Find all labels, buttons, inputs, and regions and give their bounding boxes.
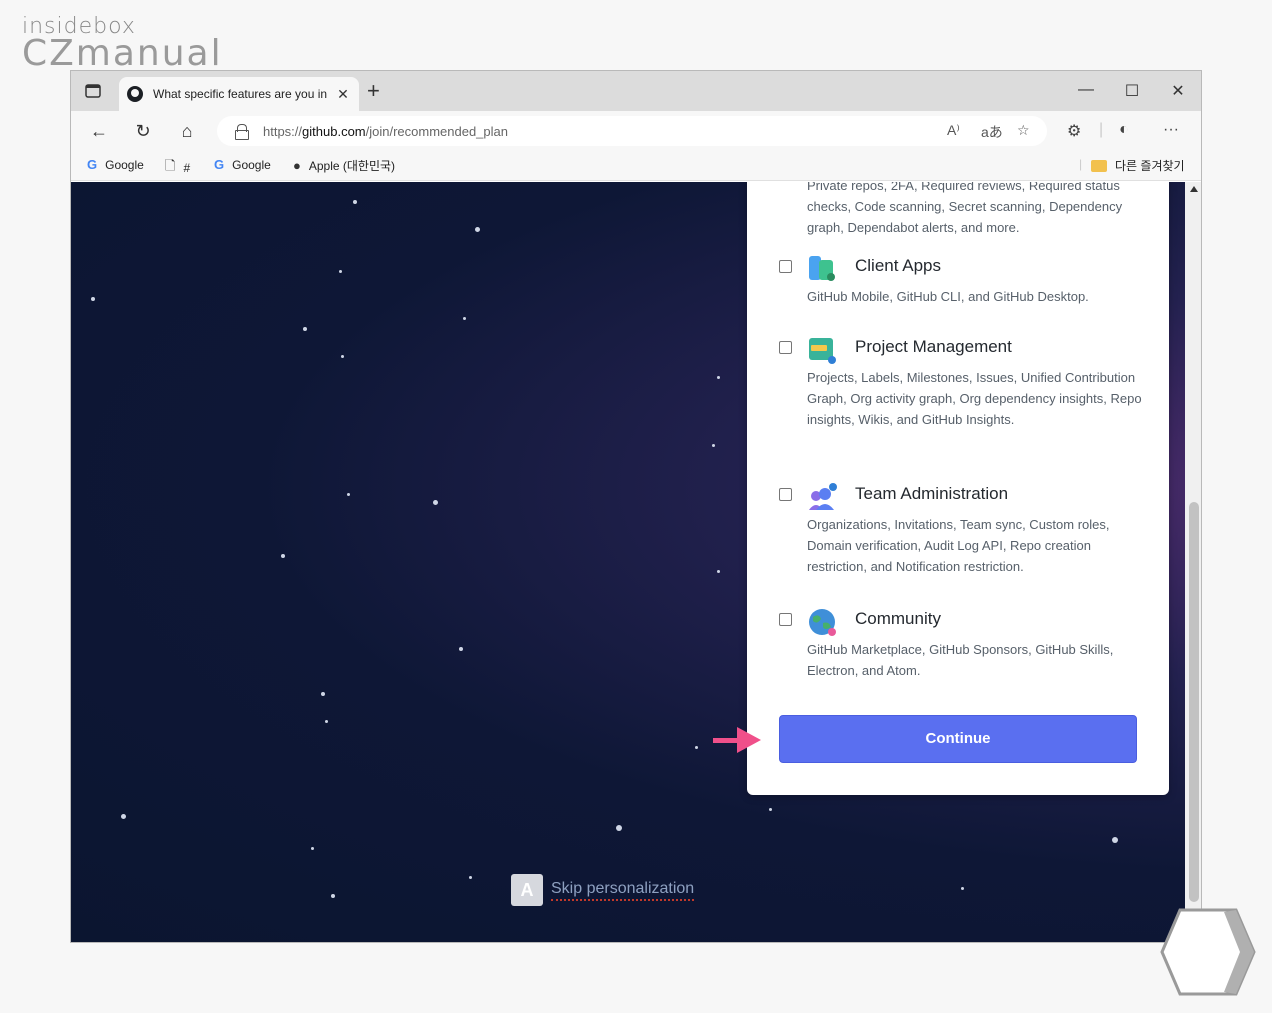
truncated-description: Private repos, 2FA, Required reviews, Re…	[807, 182, 1123, 235]
page-icon: 🗋	[165, 158, 176, 173]
skip-personalization[interactable]: A Skip personalization	[511, 874, 695, 906]
star-20	[469, 876, 472, 879]
toolbar-divider: |	[1099, 121, 1104, 138]
skip-personalization-link[interactable]: Skip personalization	[551, 880, 695, 901]
star-4	[463, 317, 466, 320]
star-10	[347, 493, 350, 496]
star-0	[353, 200, 357, 204]
extensions-icon[interactable]: ⚙	[1067, 121, 1081, 141]
star-22	[961, 887, 964, 890]
watermark: insidebox CZmanual	[22, 14, 223, 74]
close-window-icon[interactable]: ✕	[1168, 81, 1188, 101]
folder-icon	[1091, 159, 1107, 172]
star-11	[281, 554, 285, 558]
active-tab[interactable]: What specific features are you in ✕	[119, 77, 359, 111]
edge-profile-icon[interactable]: ◐	[1119, 121, 1129, 139]
team-administration-icon	[807, 482, 837, 512]
lock-icon[interactable]	[235, 124, 249, 140]
maximize-icon[interactable]: ☐	[1122, 81, 1142, 101]
google-icon: G	[87, 157, 98, 172]
community-checkbox[interactable]	[779, 613, 792, 626]
team-administration-description: Organizations, Invitations, Team sync, C…	[807, 517, 1110, 574]
client-apps-label: Client Apps	[855, 256, 941, 275]
community-label: Community	[855, 609, 941, 628]
star-2	[339, 270, 342, 273]
star-15	[325, 720, 328, 723]
project-management-icon	[807, 335, 837, 365]
project-management-checkbox[interactable]	[779, 341, 792, 354]
navigation-toolbar: ← ↻ ⌂ https://github.com/join/recommende…	[71, 111, 1201, 151]
community-icon	[807, 607, 837, 637]
star-16	[695, 746, 698, 749]
skip-key-badge: A	[511, 874, 543, 906]
star-13	[459, 647, 463, 651]
client-apps-description: GitHub Mobile, GitHub CLI, and GitHub De…	[807, 289, 1089, 304]
browser-window: What specific features are you in ✕ + — …	[70, 70, 1202, 943]
edge-logo-icon	[1160, 908, 1256, 996]
translate-icon[interactable]: aあ	[981, 122, 1003, 142]
star-7	[717, 376, 720, 379]
bookmarks-bar: G Google 🗋 # G Google ● Apple (대한민국) | 다른 즐겨…	[71, 151, 1201, 181]
close-tab-icon[interactable]: ✕	[335, 86, 351, 103]
client-apps-checkbox[interactable]	[779, 260, 792, 273]
back-icon[interactable]: ←	[87, 119, 111, 143]
tab-strip: What specific features are you in ✕ + — …	[71, 71, 1201, 111]
github-favicon-icon	[127, 86, 143, 102]
bookmark-google-2[interactable]: G Google	[214, 157, 271, 172]
star-19	[311, 847, 314, 850]
scrollbar-thumb[interactable]	[1189, 502, 1199, 902]
star-17	[121, 814, 126, 819]
vertical-scrollbar[interactable]	[1185, 182, 1201, 942]
bookmark-google-1[interactable]: G Google	[87, 157, 144, 172]
page-content: Private repos, 2FA, Required reviews, Re…	[71, 182, 1185, 942]
bookmark-hash[interactable]: 🗋 #	[165, 157, 190, 179]
star-3	[91, 297, 95, 301]
client-apps-icon	[807, 254, 837, 284]
star-18	[616, 825, 622, 831]
read-aloud-icon[interactable]: A⁾	[947, 122, 960, 139]
star-25	[769, 808, 772, 811]
pointer-arrow-icon	[713, 727, 761, 753]
star-12	[717, 570, 720, 573]
community-description: GitHub Marketplace, GitHub Sponsors, Git…	[807, 642, 1114, 678]
tab-title: What specific features are you in	[153, 87, 328, 101]
star-6	[341, 355, 344, 358]
star-5	[303, 327, 307, 331]
other-favorites[interactable]: 다른 즐겨찾기	[1091, 157, 1185, 174]
star-21	[331, 894, 335, 898]
scroll-up-icon[interactable]	[1190, 186, 1198, 192]
tab-actions-icon[interactable]	[81, 79, 105, 103]
project-management-label: Project Management	[855, 337, 1012, 356]
minimize-icon[interactable]: —	[1076, 81, 1096, 99]
address-bar[interactable]: https://github.com/join/recommended_plan…	[217, 116, 1047, 146]
add-favorite-icon[interactable]: ☆	[1017, 122, 1030, 139]
more-options-icon[interactable]: ···	[1163, 121, 1179, 139]
team-administration-checkbox[interactable]	[779, 488, 792, 501]
google-icon: G	[214, 157, 225, 172]
team-administration-label: Team Administration	[855, 484, 1009, 503]
star-14	[321, 692, 325, 696]
new-tab-button[interactable]: +	[367, 80, 380, 102]
star-9	[433, 500, 438, 505]
home-icon[interactable]: ⌂	[175, 119, 199, 143]
continue-button[interactable]: Continue	[779, 715, 1137, 763]
watermark-line2: CZmanual	[22, 33, 223, 74]
apple-icon: ●	[293, 158, 301, 173]
project-management-description: Projects, Labels, Milestones, Issues, Un…	[807, 370, 1142, 427]
refresh-icon[interactable]: ↻	[131, 119, 155, 143]
features-card: Private repos, 2FA, Required reviews, Re…	[747, 182, 1169, 795]
star-8	[712, 444, 715, 447]
bookmark-apple[interactable]: ● Apple (대한민국)	[293, 157, 395, 174]
star-23	[1112, 837, 1118, 843]
bookmarks-divider: |	[1079, 157, 1083, 171]
star-1	[475, 227, 480, 232]
url-text: https://github.com/join/recommended_plan	[263, 123, 508, 139]
